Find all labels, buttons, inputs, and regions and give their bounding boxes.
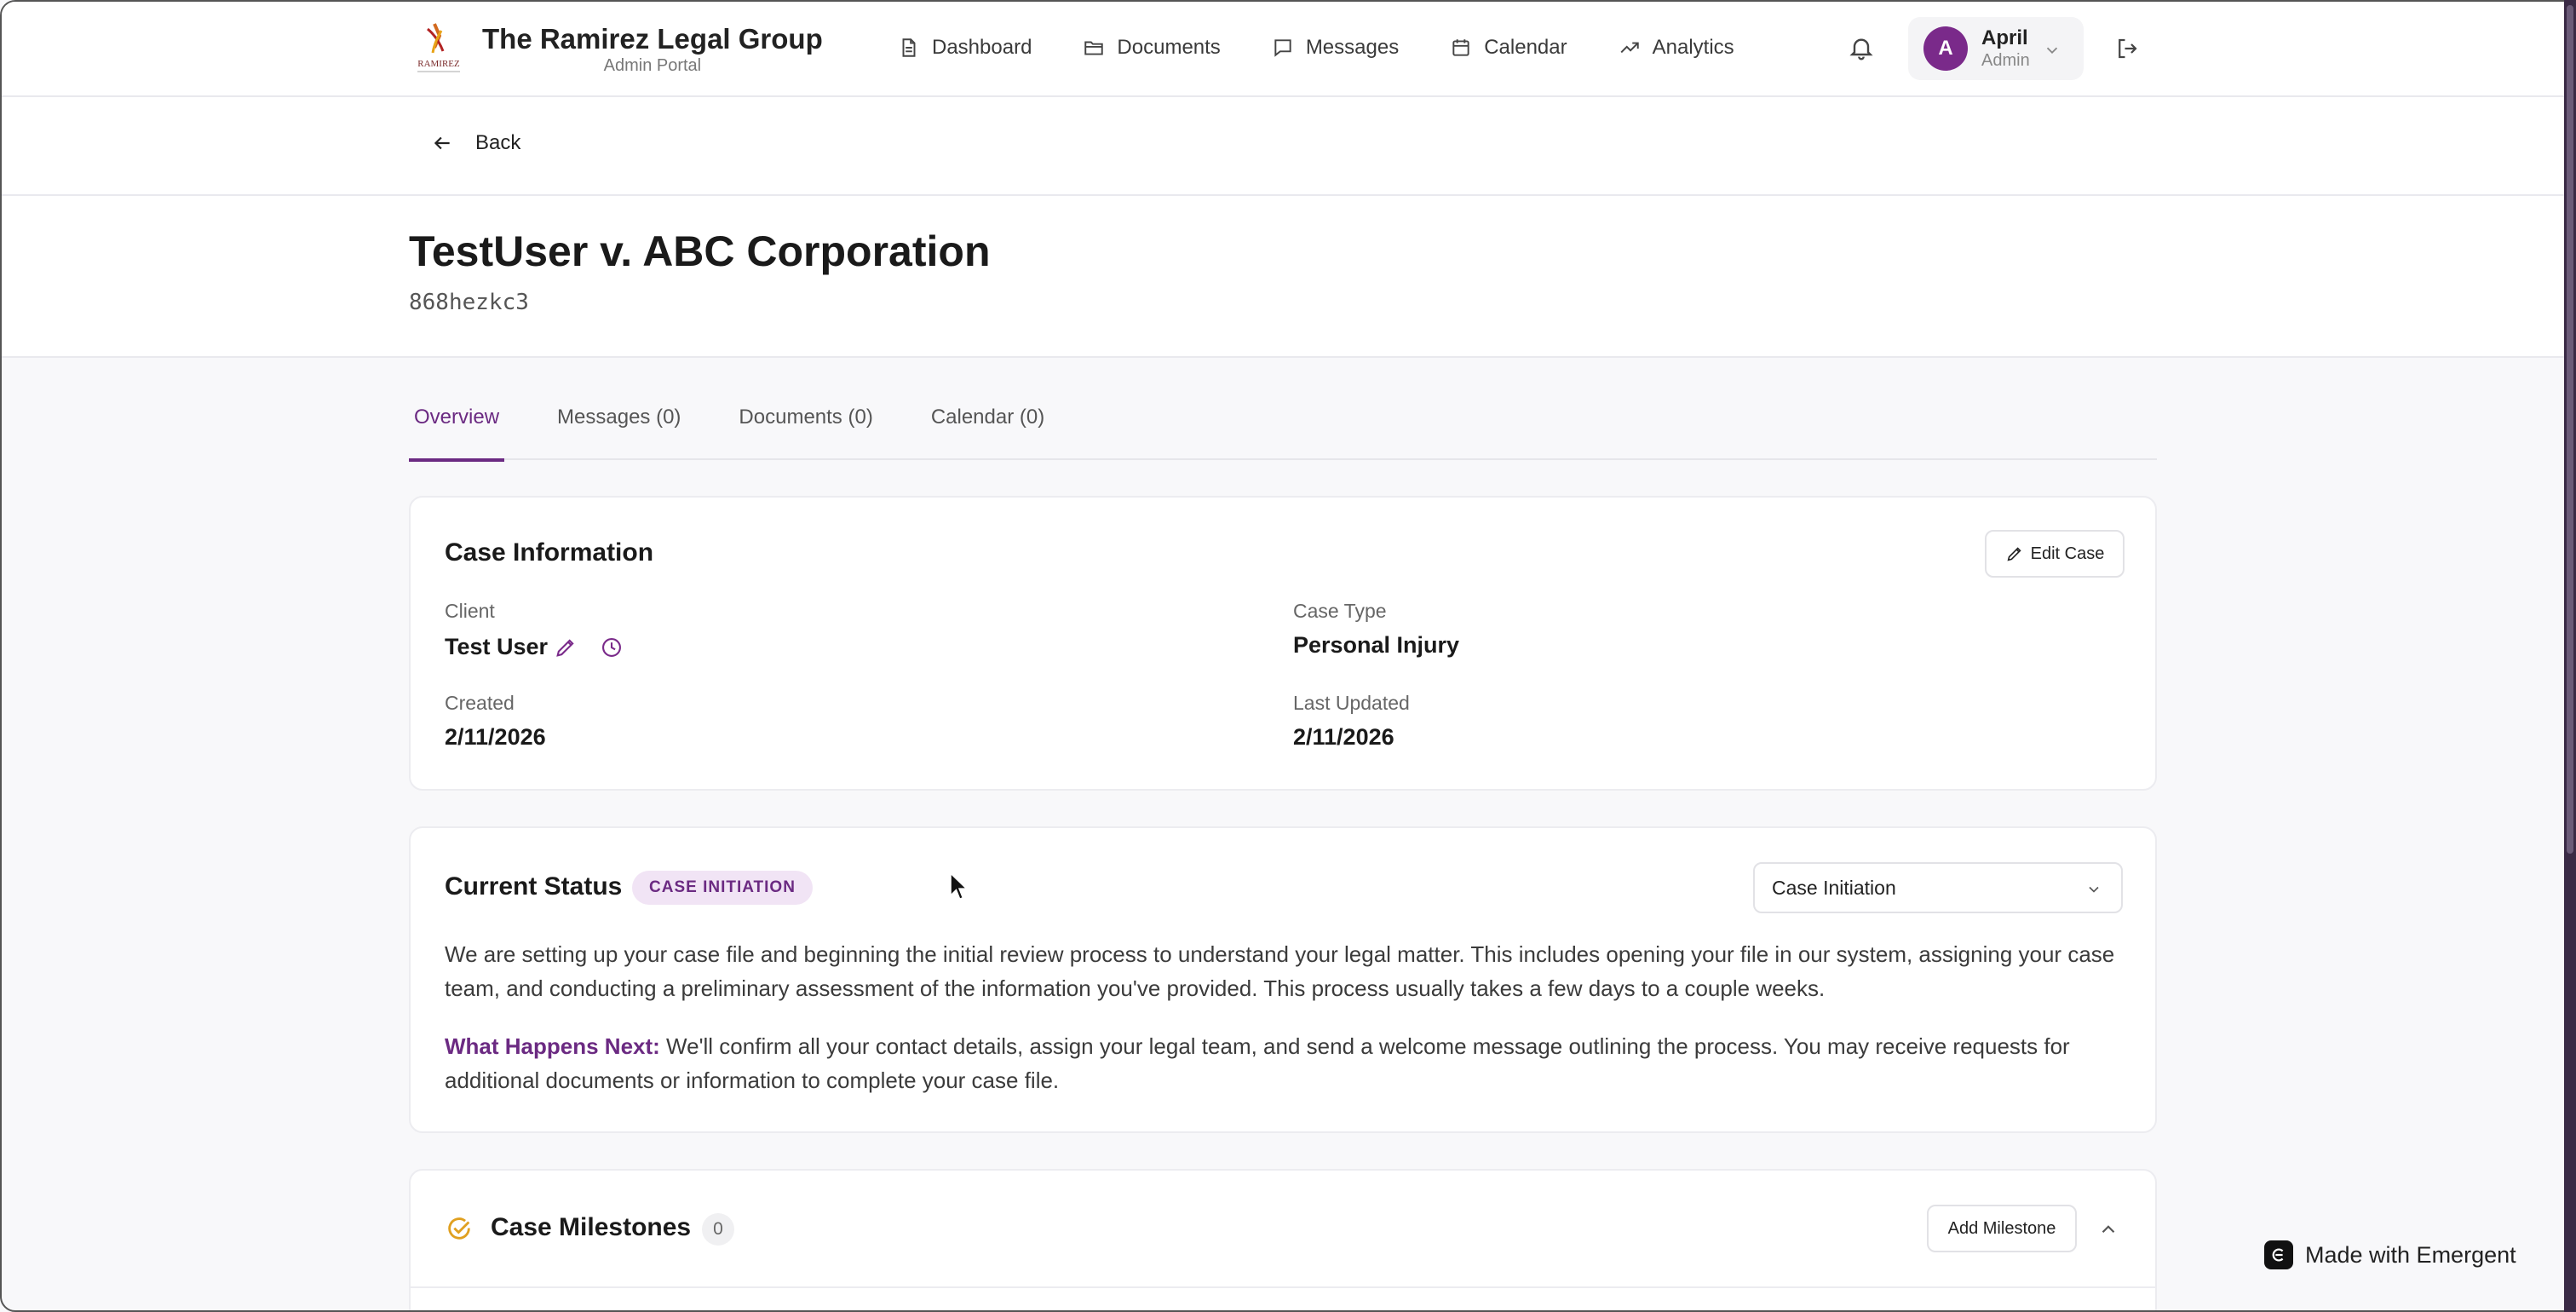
tab-documents[interactable]: Documents (0) [733,388,877,460]
brand-title: The Ramirez Legal Group [482,23,823,55]
nav-analytics-label: Analytics [1652,36,1734,59]
user-role: Admin [1981,51,2030,70]
case-milestones-card: Case Milestones 0 Add Milestone [409,1169,2157,1310]
chevron-down-icon [2046,47,2058,55]
firm-logo: RAMIREZ [409,19,469,78]
logout-icon[interactable] [2114,36,2140,61]
top-navbar: RAMIREZ The Ramirez Legal Group Admin Po… [2,2,2564,97]
case-type-label: Case Type [1293,600,1387,622]
trending-up-icon [1620,42,1639,54]
scrollbar[interactable] [2564,0,2576,1312]
chevron-up-icon[interactable] [2097,1218,2119,1240]
last-updated-label: Last Updated [1293,692,1410,714]
nav-dashboard-label: Dashboard [932,36,1032,59]
client-label: Client [445,600,495,622]
nav-calendar[interactable]: Calendar [1450,31,1567,65]
app-window: RAMIREZ The Ramirez Legal Group Admin Po… [0,0,2566,1312]
case-information-card: Case Information Edit Case Client Test U… [409,496,2157,791]
made-with-emergent-badge[interactable]: Made with Emergent [2264,1240,2516,1269]
arrow-left-icon [434,136,450,150]
status-select[interactable]: Case Initiation [1753,862,2123,913]
last-updated-value: 2/11/2026 [1293,724,1394,750]
nav-messages-label: Messages [1305,36,1400,59]
created-label: Created [445,692,515,714]
mouse-cursor-icon [950,872,969,901]
edit-case-label: Edit Case [2030,544,2105,563]
scrollbar-thumb[interactable] [2567,5,2573,854]
nav-dashboard[interactable]: Dashboard [898,31,1032,65]
tab-calendar[interactable]: Calendar (0) [926,388,1049,460]
edit-case-button[interactable]: Edit Case [1985,530,2125,578]
case-tabs: Overview Messages (0) Documents (0) Cale… [409,388,2157,462]
case-milestones-heading: Case Milestones [491,1213,692,1241]
add-milestone-button[interactable]: Add Milestone [1927,1205,2077,1252]
edit-client-icon[interactable] [554,636,578,659]
back-label: Back [475,131,521,154]
case-information-heading: Case Information [445,538,654,567]
clock-icon[interactable] [600,636,624,659]
case-type-value: Personal Injury [1293,632,1460,658]
current-status-card: Current Status CASE INITIATION Case Init… [409,826,2157,1133]
current-status-heading: Current Status [445,872,623,901]
file-text-icon [902,38,916,57]
created-value: 2/11/2026 [445,724,546,750]
case-id: 868hezkc3 [409,290,529,315]
calendar-icon [1452,39,1469,56]
nav-documents[interactable]: Documents [1083,31,1221,65]
divider [411,1286,2155,1288]
back-button[interactable]: Back [431,131,520,155]
status-badge: CASE INITIATION [632,871,813,905]
svg-text:RAMIREZ: RAMIREZ [417,59,460,69]
check-circle-icon [448,1217,470,1240]
avatar: A [1923,26,1968,71]
user-menu[interactable]: A April Admin [1908,17,2084,80]
client-value: Test User [445,634,549,659]
what-happens-next: What Happens Next: We'll confirm all you… [445,1029,2131,1097]
bell-icon[interactable] [1848,32,1875,63]
what-happens-next-label: What Happens Next: [445,1033,660,1059]
brand[interactable]: RAMIREZ The Ramirez Legal Group Admin Po… [409,19,823,78]
main-nav: Dashboard Documents Messages Calendar An… [898,31,1785,65]
emergent-logo-icon [2264,1240,2293,1269]
page-title: TestUser v. ABC Corporation [409,227,991,275]
back-bar: Back [2,97,2564,196]
user-name: April [1981,26,2028,49]
nav-messages[interactable]: Messages [1272,31,1399,65]
tab-messages[interactable]: Messages (0) [552,388,686,460]
chevron-down-icon [2089,886,2099,893]
status-select-value: Case Initiation [1772,876,1896,899]
folder-icon [1084,41,1104,55]
made-with-emergent-label: Made with Emergent [2305,1241,2516,1268]
tab-overview[interactable]: Overview [409,388,505,462]
nav-calendar-label: Calendar [1484,36,1567,59]
brand-subtitle: Admin Portal [603,56,702,75]
status-description: We are setting up your case file and beg… [445,941,2115,1001]
milestone-count: 0 [702,1213,734,1246]
case-header: TestUser v. ABC Corporation 868hezkc3 [2,196,2564,358]
message-icon [1274,39,1291,57]
nav-analytics[interactable]: Analytics [1619,31,1734,65]
pencil-icon [2007,547,2021,561]
what-happens-next-text: We'll confirm all your contact details, … [445,1033,2070,1093]
nav-documents-label: Documents [1117,36,1221,59]
